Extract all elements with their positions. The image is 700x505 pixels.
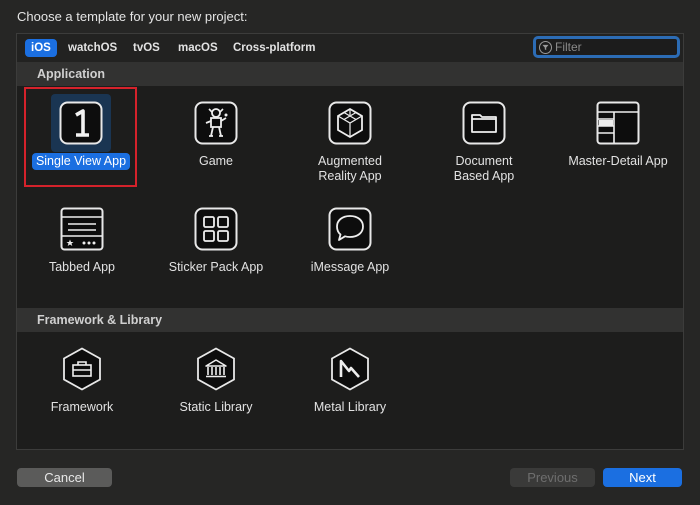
metal-icon [328, 347, 372, 391]
tab-cross-platform[interactable]: Cross-platform [227, 39, 321, 57]
template-tabbed-app[interactable]: Tabbed App [17, 207, 147, 276]
next-button[interactable]: Next [603, 468, 682, 487]
template-game[interactable]: Game [151, 101, 281, 170]
toolbox-icon [60, 347, 104, 391]
library-building-icon [194, 347, 238, 391]
template-label: Static Library [179, 400, 253, 414]
template-label: Framework [50, 400, 114, 414]
template-label: Sticker Pack App [168, 260, 264, 274]
cancel-button[interactable]: Cancel [17, 468, 112, 487]
ar-cube-icon [328, 101, 372, 145]
tab-watchos[interactable]: watchOS [62, 39, 123, 57]
template-label: Document Based App [453, 154, 515, 183]
template-imessage-app[interactable]: iMessage App [285, 207, 415, 276]
template-label: Game [198, 154, 234, 168]
previous-button[interactable]: Previous [510, 468, 595, 487]
game-icon [194, 101, 238, 145]
filter-field[interactable] [533, 36, 680, 58]
template-document-based-app[interactable]: Document Based App [419, 101, 549, 185]
section-header-framework: Framework & Library [17, 308, 683, 332]
template-augmented-reality-app[interactable]: Augmented Reality App [285, 101, 415, 185]
master-detail-icon [596, 101, 640, 145]
template-master-detail-app[interactable]: Master-Detail App [553, 101, 683, 170]
platform-tabbar: iOS watchOS tvOS macOS Cross-platform [17, 34, 683, 62]
tab-tvos[interactable]: tvOS [127, 39, 166, 57]
template-label: Single View App [31, 153, 131, 170]
template-framework[interactable]: Framework [17, 347, 147, 416]
sticker-grid-icon [194, 207, 238, 251]
template-label: Master-Detail App [568, 154, 668, 168]
template-metal-library[interactable]: Metal Library [285, 347, 415, 416]
filter-icon [539, 40, 552, 54]
single-view-icon [59, 101, 103, 145]
tab-ios[interactable]: iOS [25, 39, 57, 57]
template-panel: iOS watchOS tvOS macOS Cross-platform Ap… [16, 33, 684, 450]
filter-input[interactable] [555, 40, 665, 54]
template-static-library[interactable]: Static Library [151, 347, 281, 416]
tab-macos[interactable]: macOS [172, 39, 224, 57]
template-sticker-pack-app[interactable]: Sticker Pack App [151, 207, 281, 276]
template-label: Metal Library [313, 400, 387, 414]
template-single-view-app[interactable]: Single View App [16, 101, 146, 170]
template-label: Augmented Reality App [318, 154, 382, 183]
template-label: iMessage App [310, 260, 390, 274]
folder-icon [462, 101, 506, 145]
section-header-application: Application [17, 62, 683, 86]
message-bubble-icon [328, 207, 372, 251]
dialog-title: Choose a template for your new project: [17, 9, 248, 24]
template-label: Tabbed App [48, 260, 116, 274]
tabbed-app-icon [60, 207, 104, 251]
